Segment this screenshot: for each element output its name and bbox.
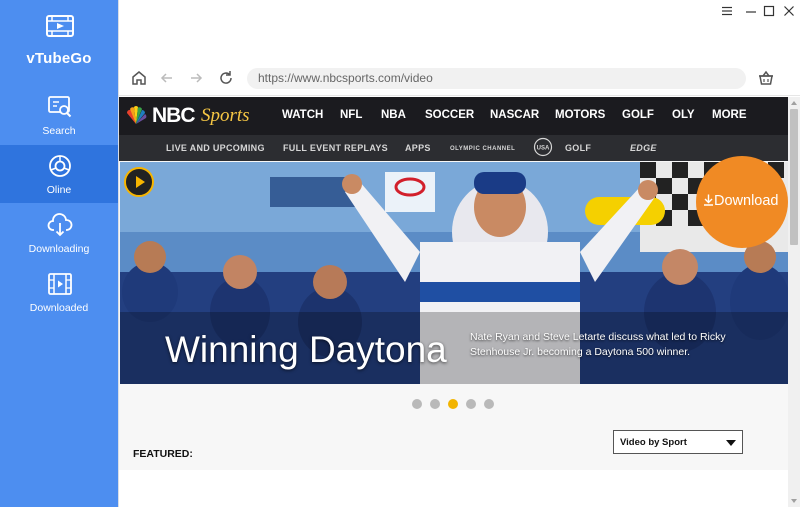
carousel-dot[interactable] [430,399,440,409]
globe-icon [49,155,71,177]
download-label: Download [703,193,779,209]
close-icon [784,6,794,16]
sidebar-item-search[interactable]: Search [0,86,118,144]
back-button[interactable] [157,68,177,88]
carousel-dot[interactable] [466,399,476,409]
subnav-live[interactable]: LIVE AND UPCOMING [166,143,265,153]
download-button[interactable]: Download [696,156,788,248]
site-header: NBC Sports WATCH NFL NBA SOCCER NASCAR M… [119,97,788,135]
sidebar-item-label: Search [42,125,76,137]
maximize-button[interactable] [758,2,780,20]
subnav-olympic-channel[interactable]: OLYMPIC CHANNEL [450,146,515,152]
featured-heading: FEATURED: [133,448,193,460]
search-icon [48,96,72,118]
hero-title[interactable]: Winning Daytona [165,329,447,371]
play-icon [136,176,145,188]
nav-oly[interactable]: OLY [672,109,695,121]
nav-nfl[interactable]: NFL [340,109,362,121]
subnav-usa-logo[interactable]: USA [533,137,553,162]
arrow-left-icon [160,73,172,83]
nav-more[interactable]: MORE [712,109,747,121]
nav-nba[interactable]: NBA [381,109,406,121]
reload-icon [220,71,232,84]
home-icon [132,71,146,85]
sidebar: vTubeGo Search Oline Downloading Downloa… [0,0,118,507]
page-scrollbar[interactable] [788,97,800,507]
logo-sports-text: Sports [201,105,250,126]
nav-nascar[interactable]: NASCAR [490,109,539,121]
nav-watch[interactable]: WATCH [282,109,323,121]
subnav-golf[interactable]: GOLF [565,143,591,153]
featured-section [119,470,788,507]
download-icon [704,194,713,206]
reload-button[interactable] [216,68,236,88]
sidebar-item-downloading[interactable]: Downloading [0,204,118,262]
cloud-download-icon [47,213,73,237]
sidebar-item-downloaded[interactable]: Downloaded [0,263,118,321]
hero-description: Nate Ryan and Steve Letarte discuss what… [470,331,726,358]
svg-text:USA: USA [537,146,550,152]
app-name: vTubeGo [26,50,92,67]
play-button[interactable] [124,167,154,197]
film-icon [48,273,72,295]
maximize-icon [763,5,775,17]
home-button[interactable] [129,68,149,88]
nav-soccer[interactable]: SOCCER [425,109,474,121]
menu-button[interactable] [716,2,738,20]
web-content: NBC Sports WATCH NFL NBA SOCCER NASCAR M… [119,97,788,507]
subnav-edge[interactable]: EDGE [630,143,657,153]
sidebar-item-online[interactable]: Oline [0,145,118,203]
hero-carousel[interactable]: Winning Daytona Nate Ryan and Steve Leta… [120,162,788,384]
app-brand: vTubeGo [0,0,118,80]
app-logo-icon [46,15,74,37]
url-field[interactable]: https://www.nbcsports.com/video [247,68,746,89]
scroll-up-icon[interactable] [791,101,797,105]
window-titlebar [119,0,800,22]
scroll-thumb[interactable] [790,109,798,245]
sidebar-item-label: Downloaded [29,302,89,314]
subnav-apps[interactable]: APPS [405,143,431,153]
sport-filter-select[interactable]: Video by Sport [613,430,743,454]
close-button[interactable] [778,2,800,20]
minimize-icon [746,11,756,13]
carousel-dot[interactable] [412,399,422,409]
scroll-down-icon[interactable] [791,499,797,503]
carousel-dot-active[interactable] [448,399,458,409]
site-subnav: LIVE AND UPCOMING FULL EVENT REPLAYS APP… [119,135,788,161]
clear-history-button[interactable] [756,68,776,88]
usa-network-icon: USA [533,137,553,157]
sport-filter-value: Video by Sport [620,437,687,448]
chevron-down-icon [726,440,736,446]
subnav-replays[interactable]: FULL EVENT REPLAYS [283,143,388,153]
browser-toolbar: https://www.nbcsports.com/video [119,60,800,96]
arrow-right-icon [191,73,203,83]
logo-nbc-text: NBC [152,104,195,127]
download-text: Download [714,193,779,209]
basket-icon [759,70,773,85]
nav-motors[interactable]: MOTORS [555,109,605,121]
forward-button[interactable] [186,68,206,88]
sidebar-item-label: Oline [46,184,72,196]
menu-icon [722,6,732,16]
sidebar-item-label: Downloading [28,243,90,255]
carousel-dot[interactable] [484,399,494,409]
peacock-icon [126,106,147,124]
nav-golf[interactable]: GOLF [622,109,654,121]
